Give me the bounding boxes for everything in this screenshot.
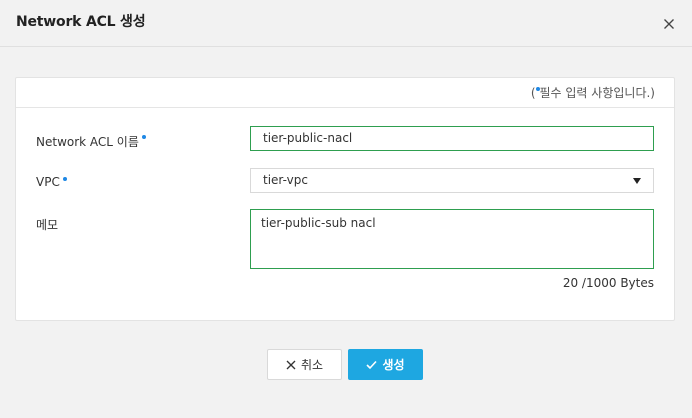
- byte-counter: 20 /1000 Bytes: [562, 276, 654, 290]
- caret-down-icon: [633, 178, 641, 184]
- x-icon: [286, 360, 296, 369]
- name-label-text: Network ACL 이름: [36, 135, 139, 149]
- required-note-open: (: [530, 86, 536, 100]
- acl-name-input[interactable]: tier-public-nacl: [250, 126, 654, 151]
- cancel-button[interactable]: 취소: [267, 349, 342, 380]
- required-note-text: 필수 입력 사항입니다.): [539, 86, 656, 100]
- create-label: 생성: [382, 358, 405, 372]
- cancel-label: 취소: [300, 358, 324, 372]
- form-panel: (필수 입력 사항입니다.) Network ACL 이름 tier-publi…: [15, 77, 675, 321]
- required-note: (필수 입력 사항입니다.): [531, 84, 655, 101]
- dialog-title: Network ACL 생성: [16, 14, 146, 30]
- panel-divider: [16, 107, 674, 108]
- required-dot: [62, 177, 67, 181]
- memo-label: 메모: [36, 218, 59, 232]
- memo-textarea[interactable]: tier-public-sub nacl: [250, 209, 654, 269]
- required-dot: [141, 135, 146, 139]
- vpc-selected-value: tier-vpc: [263, 173, 308, 187]
- vpc-label: VPC: [36, 175, 67, 189]
- create-button[interactable]: 생성: [348, 349, 423, 380]
- name-label: Network ACL 이름: [36, 133, 146, 150]
- vpc-label-text: VPC: [36, 175, 60, 189]
- close-button[interactable]: [659, 14, 679, 34]
- dialog-header: Network ACL 생성: [0, 0, 692, 47]
- close-icon: [664, 19, 674, 29]
- check-icon: [366, 360, 378, 369]
- vpc-select[interactable]: tier-vpc: [250, 168, 654, 193]
